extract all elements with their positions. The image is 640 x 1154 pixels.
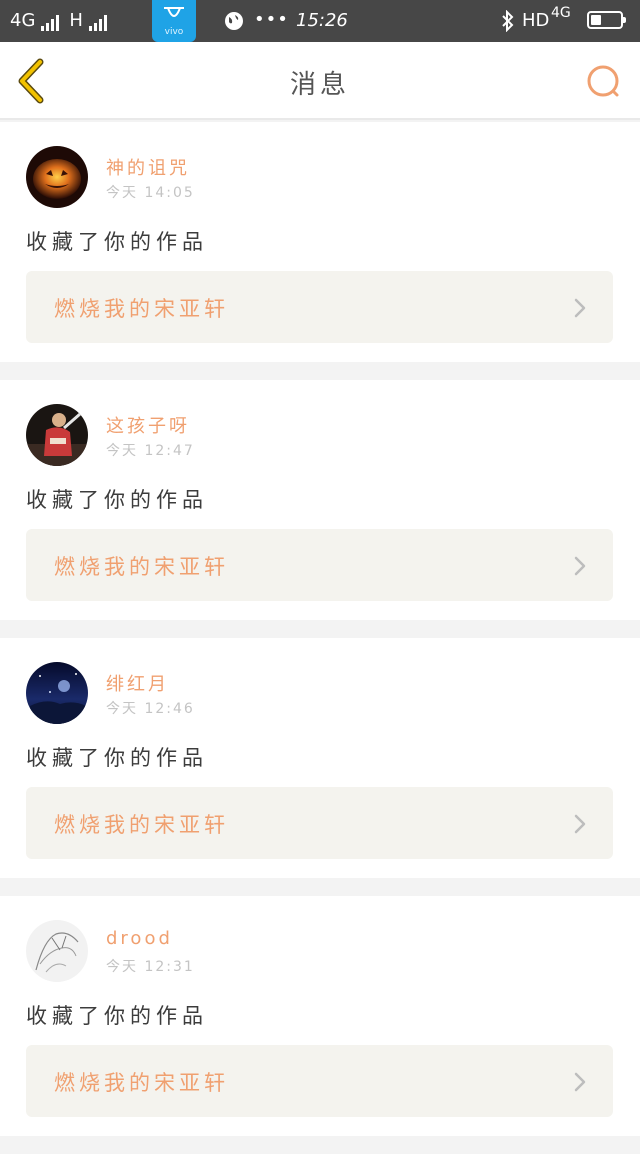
signal-strength-icon <box>88 15 107 31</box>
clock: 15:26 <box>296 10 348 31</box>
network-h-label: H <box>69 10 83 31</box>
work-title: 燃烧我的宋亚轩 <box>54 1071 229 1095</box>
chevron-right-icon <box>574 1072 586 1092</box>
action-text: 收藏了你的作品 <box>26 746 208 770</box>
work-title: 燃烧我的宋亚轩 <box>54 297 229 321</box>
nav-bar: 消息 <box>0 42 640 120</box>
chevron-right-icon <box>574 556 586 576</box>
avatar[interactable] <box>26 404 88 466</box>
notification-dots: ••• <box>254 9 289 30</box>
app-store-icon: vivo <box>152 0 196 42</box>
signal-strength-icon <box>41 15 60 31</box>
message-card: 神的诅咒 今天 14:05 收藏了你的作品 燃烧我的宋亚轩 <box>0 122 640 362</box>
timestamp: 今天 14:05 <box>106 185 195 201</box>
message-list: 神的诅咒 今天 14:05 收藏了你的作品 燃烧我的宋亚轩 这孩子呀 今天 12… <box>0 122 640 1154</box>
network-type-label: 4G <box>10 10 36 31</box>
avatar[interactable] <box>26 146 88 208</box>
work-link[interactable]: 燃烧我的宋亚轩 <box>26 1045 613 1117</box>
user-name[interactable]: 神的诅咒 <box>106 154 190 180</box>
battery-level <box>591 15 601 25</box>
user-name[interactable]: drood <box>106 928 173 949</box>
bluetooth-icon <box>502 10 514 32</box>
chevron-right-icon <box>574 814 586 834</box>
search-icon <box>587 65 619 97</box>
message-card: 这孩子呀 今天 12:47 收藏了你的作品 燃烧我的宋亚轩 <box>0 380 640 620</box>
work-link[interactable]: 燃烧我的宋亚轩 <box>26 529 613 601</box>
timestamp: 今天 12:46 <box>106 701 195 717</box>
timestamp: 今天 12:47 <box>106 443 195 459</box>
battery-icon <box>587 11 626 29</box>
action-text: 收藏了你的作品 <box>26 1004 208 1028</box>
work-link[interactable]: 燃烧我的宋亚轩 <box>26 271 613 343</box>
page-title: 消息 <box>289 70 350 100</box>
browser-icon <box>225 12 243 30</box>
store-label: vivo <box>164 27 184 37</box>
work-link[interactable]: 燃烧我的宋亚轩 <box>26 787 613 859</box>
timestamp: 今天 12:31 <box>106 959 195 975</box>
work-title: 燃烧我的宋亚轩 <box>54 555 229 579</box>
message-card: drood 今天 12:31 收藏了你的作品 燃烧我的宋亚轩 <box>0 896 640 1136</box>
status-bar: 4G H vivo ••• 15:26 HD 4G <box>0 0 640 42</box>
user-name[interactable]: 这孩子呀 <box>106 412 190 438</box>
hd-label: HD <box>522 10 550 31</box>
user-name[interactable]: 绯红月 <box>106 670 169 696</box>
action-text: 收藏了你的作品 <box>26 488 208 512</box>
chevron-right-icon <box>574 298 586 318</box>
network-type-label-2: 4G <box>551 5 571 21</box>
work-title: 燃烧我的宋亚轩 <box>54 813 229 837</box>
action-text: 收藏了你的作品 <box>26 230 208 254</box>
network-indicators: 4G H <box>10 10 107 31</box>
avatar[interactable] <box>26 662 88 724</box>
message-card: 绯红月 今天 12:46 收藏了你的作品 燃烧我的宋亚轩 <box>0 638 640 878</box>
avatar[interactable] <box>26 920 88 982</box>
search-button[interactable] <box>584 62 624 102</box>
